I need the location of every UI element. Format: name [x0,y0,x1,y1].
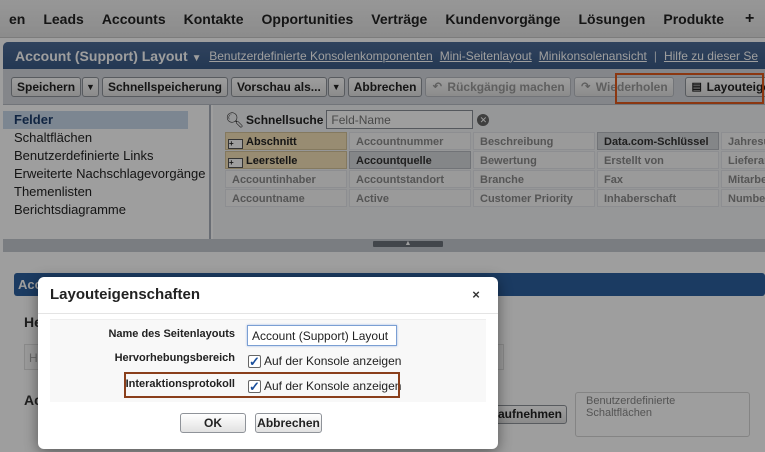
ok-button[interactable]: OK [180,413,246,433]
layout-name-label: Name des Seitenlayouts [108,328,235,340]
close-icon[interactable]: × [468,287,484,303]
dialog-divider [38,313,498,314]
highlight-console-checkbox[interactable]: ✓ Auf der Konsole anzeigen [248,354,401,368]
dialog-title: Layouteigenschaften [50,286,201,303]
dialog-cancel-button[interactable]: Abbrechen [255,413,322,433]
page: en Leads Accounts Kontakte Opportunities… [0,0,765,452]
layout-properties-dialog: Layouteigenschaften × Name des Seitenlay… [38,277,498,449]
highlight-panel-label: Hervorhebungsbereich [114,352,235,364]
checkbox-checked-icon: ✓ [248,353,261,369]
interaction-log-highlight [124,372,400,398]
highlight-checkbox-label: Auf der Konsole anzeigen [264,354,402,368]
layout-name-input[interactable] [247,325,397,346]
